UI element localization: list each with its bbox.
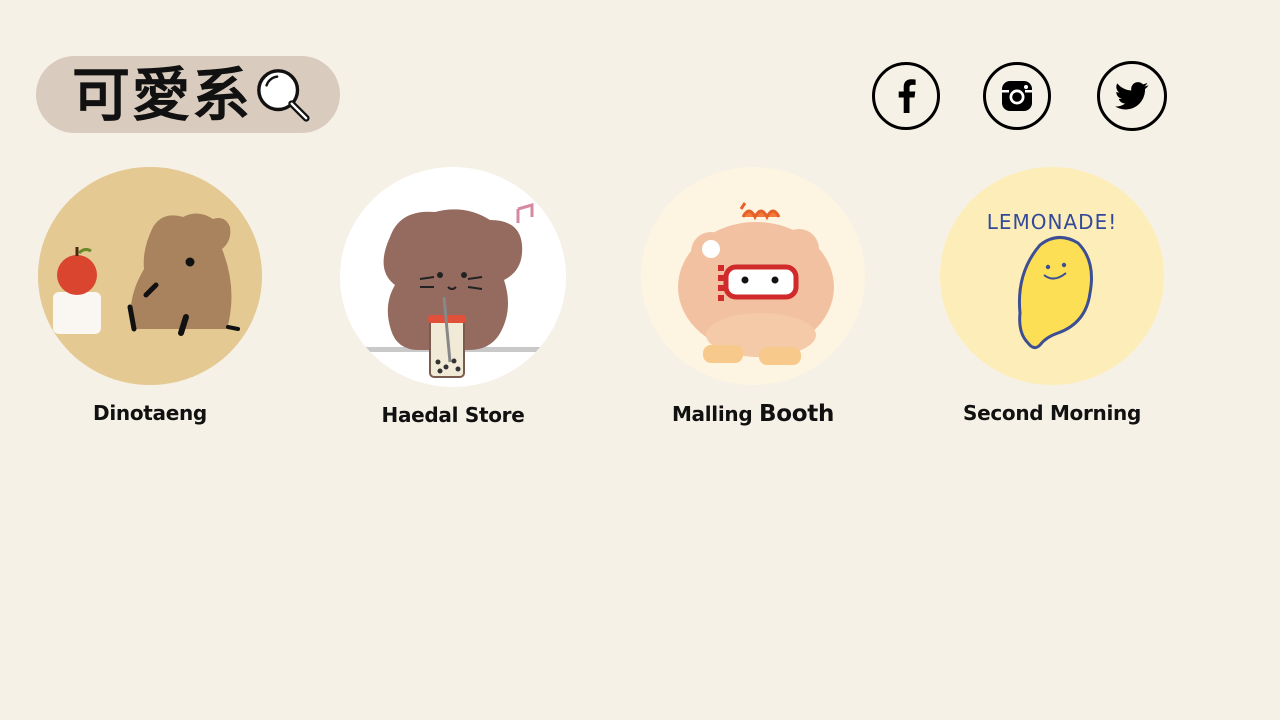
lemonade-image[interactable]: LEMONADE! [940, 167, 1164, 385]
search-bar[interactable]: 可愛系 [36, 56, 340, 133]
store-malling-booth[interactable]: Malling Booth [638, 167, 868, 427]
store-name: Malling Booth [638, 401, 868, 427]
page-title: 可愛系 [72, 60, 253, 129]
lemon-illustration: LEMONADE! [940, 167, 1164, 385]
bear-snorkel-image[interactable] [641, 167, 865, 385]
store-name: Dinotaeng [93, 401, 207, 425]
instagram-glyph [1002, 81, 1032, 111]
magnifier-icon[interactable] [254, 66, 312, 124]
quokka-apple-image[interactable] [38, 167, 262, 385]
snorkel-bear-illustration [641, 167, 865, 385]
facebook-glyph [898, 79, 916, 113]
store-second-morning[interactable]: LEMONADE! Second Morning [937, 167, 1167, 425]
instagram-icon[interactable] [983, 62, 1051, 130]
bear-bubble-tea-image[interactable] [340, 167, 566, 387]
store-dinotaeng[interactable]: Dinotaeng [35, 167, 265, 425]
store-name-part1: Malling [671, 402, 753, 426]
store-name: Second Morning [962, 401, 1142, 425]
twitter-glyph [1115, 82, 1149, 110]
bear-illustration [340, 167, 566, 387]
store-haedal[interactable]: Haedal Store [338, 167, 568, 427]
facebook-icon[interactable] [872, 62, 940, 130]
twitter-icon[interactable] [1097, 61, 1167, 131]
quokka-illustration [38, 167, 262, 385]
store-name-part2: Booth [759, 401, 835, 427]
lemonade-text: LEMONADE! [987, 210, 1117, 234]
store-name: Haedal Store [381, 403, 525, 427]
